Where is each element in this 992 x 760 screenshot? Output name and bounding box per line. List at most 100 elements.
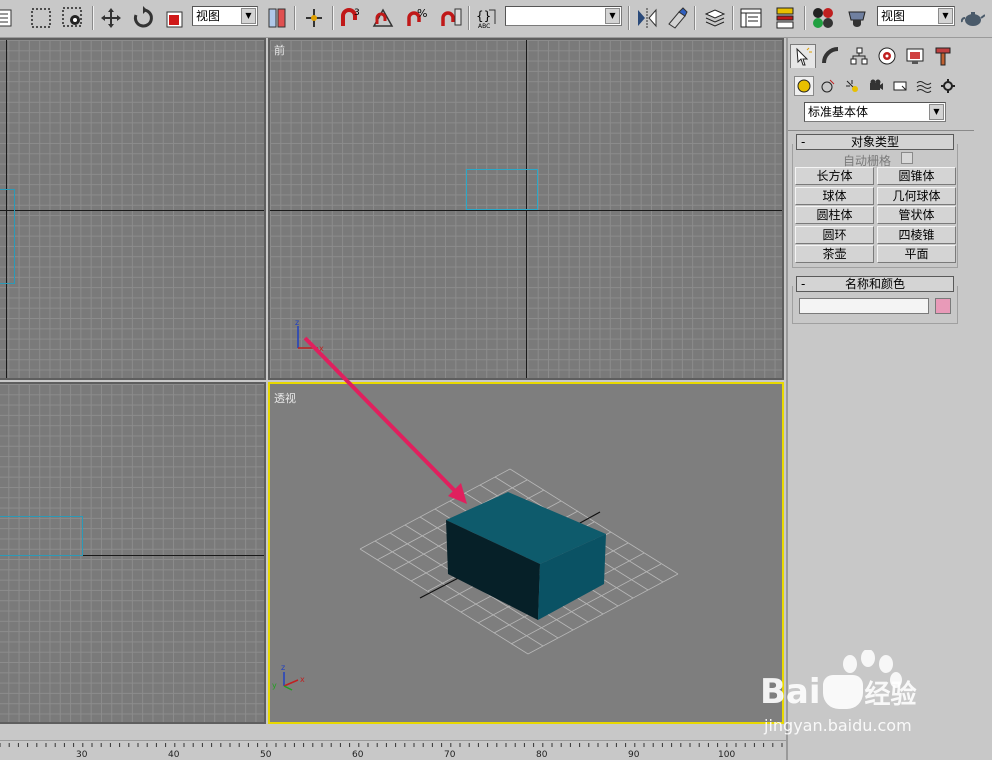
baidu-du-paw-icon <box>822 675 863 709</box>
curve-editor-icon[interactable] <box>738 5 764 31</box>
toolbar-separator <box>92 6 94 30</box>
chevron-down-icon[interactable]: ▼ <box>241 8 256 24</box>
named-selection-dropdown[interactable]: ▼ <box>505 6 622 26</box>
tab-hierarchy[interactable] <box>846 44 872 68</box>
ruler-tick-label: 30 <box>76 750 88 760</box>
torus-button[interactable]: 圆环 <box>795 226 874 244</box>
chevron-down-icon[interactable]: ▼ <box>938 8 953 24</box>
divider <box>788 130 974 131</box>
baidu-watermark: Bai 经验 jingyan.baidu.com <box>760 650 990 750</box>
snaps-3d-icon[interactable]: 3 <box>338 5 364 31</box>
move-icon[interactable] <box>98 5 124 31</box>
spacewarp-icon <box>916 81 932 93</box>
sphere-button[interactable]: 球体 <box>795 187 874 205</box>
helper-icon <box>893 81 907 91</box>
rotate-icon[interactable] <box>130 5 156 31</box>
name-color-body <box>792 286 958 324</box>
plane-button[interactable]: 平面 <box>877 245 956 263</box>
sphere-icon <box>797 79 811 93</box>
watermark-brand: Bai 经验 <box>760 672 917 712</box>
mirror-icon[interactable] <box>634 5 660 31</box>
geosphere-button[interactable]: 几何球体 <box>877 187 956 205</box>
angle-snap-icon[interactable] <box>370 5 396 31</box>
render-type-dropdown[interactable]: 视图 ▼ <box>877 6 955 26</box>
toolbar-separator <box>628 6 630 30</box>
schematic-view-icon[interactable] <box>772 5 798 31</box>
motion-icon <box>878 47 896 65</box>
ruler-tick-label: 90 <box>628 750 640 760</box>
subtab-lights[interactable] <box>842 76 862 96</box>
ruler-tick-label: 70 <box>444 750 456 760</box>
toolbar-separator <box>468 6 470 30</box>
quick-render-teapot-icon[interactable] <box>960 5 986 31</box>
ruler-tick-label: 100 <box>718 750 736 760</box>
spinner-snap-icon[interactable] <box>438 5 464 31</box>
object-type-body: 自动栅格 长方体 圆锥体 球体 几何球体 圆柱体 管状体 圆环 四棱锥 茶壶 平… <box>792 144 958 268</box>
chevron-down-icon[interactable]: ▼ <box>929 104 944 120</box>
systems-icon <box>941 79 955 93</box>
subtab-geometry[interactable] <box>794 76 814 96</box>
modify-icon <box>822 47 839 64</box>
create-icon <box>796 47 812 65</box>
edit-named-selection-icon[interactable]: {} ABC <box>474 5 500 31</box>
toolbar-separator <box>294 6 296 30</box>
geometry-category-value: 标准基本体 <box>808 105 869 119</box>
subtab-systems[interactable] <box>938 76 958 96</box>
light-icon <box>846 80 858 92</box>
ruler-tick-label: 50 <box>260 750 272 760</box>
viewport-area: 前 z x 透视 z x y <box>0 38 785 738</box>
pivot-center-icon[interactable] <box>264 5 290 31</box>
cone-button[interactable]: 圆锥体 <box>877 167 956 185</box>
ruler-tick-label: 80 <box>536 750 548 760</box>
tab-motion[interactable] <box>874 44 900 68</box>
object-color-swatch[interactable] <box>935 298 951 314</box>
ruler-ticks <box>0 743 783 747</box>
svg-text:{}: {} <box>476 9 491 23</box>
align-icon[interactable] <box>664 5 690 31</box>
svg-text:3: 3 <box>354 8 360 18</box>
box-button[interactable]: 长方体 <box>795 167 874 185</box>
subtab-helpers[interactable] <box>890 76 910 96</box>
chevron-down-icon[interactable]: ▼ <box>605 8 620 24</box>
subtab-cameras[interactable] <box>866 76 886 96</box>
camera-icon <box>870 79 883 90</box>
tube-button[interactable]: 管状体 <box>877 206 956 224</box>
pyramid-button[interactable]: 四棱锥 <box>877 226 956 244</box>
tab-create[interactable] <box>790 44 816 68</box>
geometry-category-dropdown[interactable]: 标准基本体 ▼ <box>804 102 946 122</box>
window-crossing-icon[interactable] <box>60 5 86 31</box>
cylinder-button[interactable]: 圆柱体 <box>795 206 874 224</box>
tab-utilities[interactable] <box>930 44 956 68</box>
annotation-arrow <box>303 336 467 504</box>
shapes-icon <box>821 79 835 93</box>
scale-icon[interactable] <box>162 5 188 31</box>
teapot-button[interactable]: 茶壶 <box>795 245 874 263</box>
layer-manager-icon[interactable] <box>702 5 728 31</box>
select-by-name-icon[interactable] <box>0 5 20 31</box>
3dsmax-window: 视图 ▼ 3 % {} ABC ▼ 视图 ▼ 前 z x 透视 z x y 标准… <box>0 0 992 760</box>
percent-snap-icon[interactable]: % <box>404 5 430 31</box>
reference-coord-value: 视图 <box>196 9 221 23</box>
toolbar-separator <box>732 6 734 30</box>
toolbar-separator <box>694 6 696 30</box>
display-icon <box>906 48 924 64</box>
render-type-value: 视图 <box>881 9 906 23</box>
manipulate-icon[interactable] <box>301 5 327 31</box>
main-toolbar: 视图 ▼ 3 % {} ABC ▼ 视图 ▼ <box>0 0 992 38</box>
subtab-shapes[interactable] <box>818 76 838 96</box>
svg-text:%: % <box>417 7 427 20</box>
watermark-url: jingyan.baidu.com <box>764 716 912 735</box>
svg-text:ABC: ABC <box>478 23 490 30</box>
auto-grid-checkbox[interactable] <box>901 152 913 164</box>
tab-display[interactable] <box>902 44 928 68</box>
hammer-icon <box>935 47 951 66</box>
rect-selection-region-icon[interactable] <box>28 5 54 31</box>
subtab-spacewarps[interactable] <box>914 76 934 96</box>
reference-coord-dropdown[interactable]: 视图 ▼ <box>192 6 258 26</box>
time-ruler[interactable]: 30 40 50 60 70 80 90 100 <box>0 740 786 760</box>
toolbar-separator <box>332 6 334 30</box>
material-editor-icon[interactable] <box>810 5 836 31</box>
object-name-input[interactable] <box>799 298 929 314</box>
render-scene-icon[interactable] <box>844 5 870 31</box>
tab-modify[interactable] <box>818 44 844 68</box>
